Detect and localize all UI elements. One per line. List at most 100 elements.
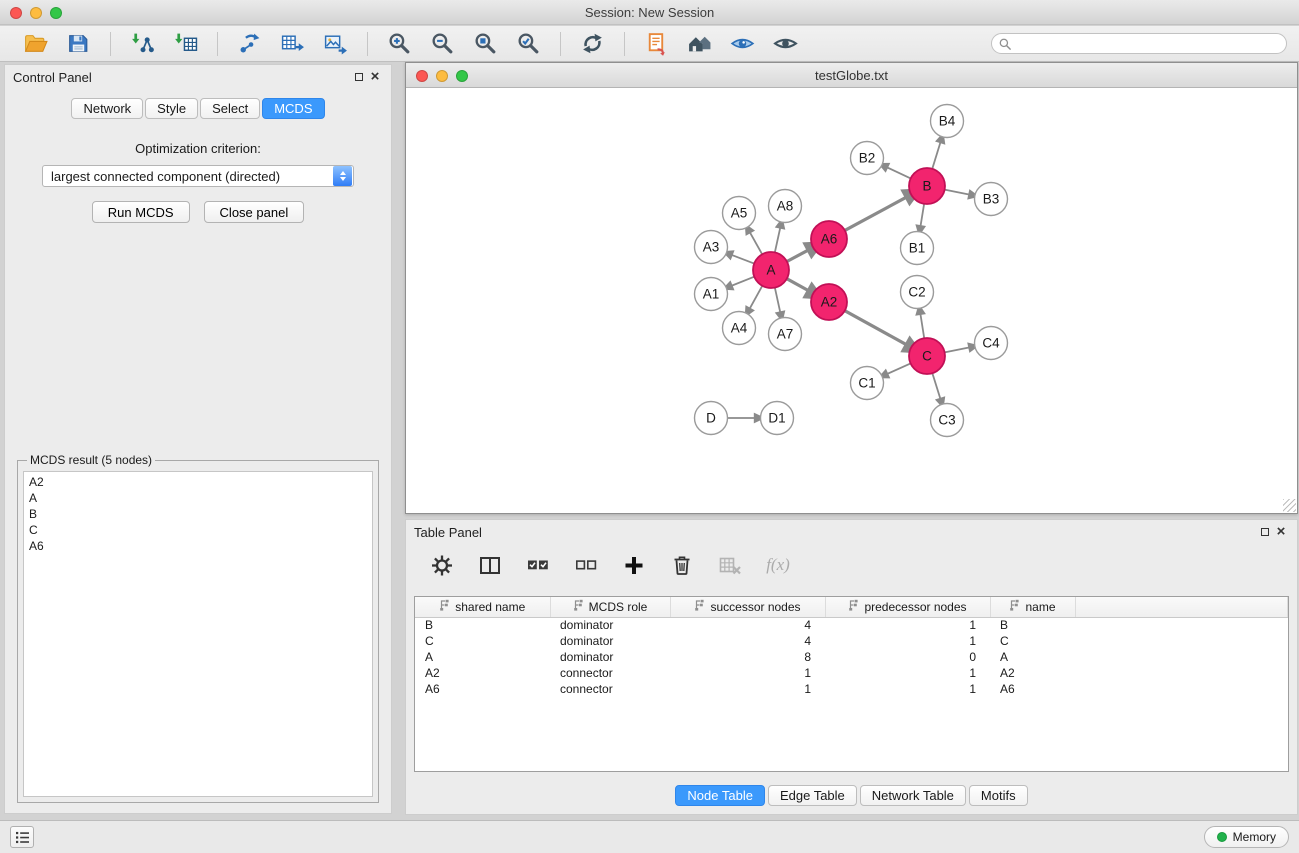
home-icon[interactable] [686, 30, 713, 57]
mcds-result-item[interactable]: A2 [29, 474, 367, 490]
deselect-all-icon[interactable] [574, 553, 598, 577]
node-A3[interactable]: A3 [695, 231, 728, 264]
node-B2[interactable]: B2 [851, 142, 884, 175]
node-B3[interactable]: B3 [975, 183, 1008, 216]
open-session-icon[interactable] [22, 30, 49, 57]
split-panel-icon[interactable] [478, 553, 502, 577]
node-C3[interactable]: C3 [931, 404, 964, 437]
tab-motifs[interactable]: Motifs [969, 785, 1028, 806]
edge-A-A6[interactable] [787, 250, 808, 261]
zoom-window-button[interactable] [50, 7, 62, 19]
network-canvas[interactable]: B4B2BB3A5A8A6A3AB1A1A2C2A4A7CC4C1C3DD1 [406, 89, 1297, 513]
select-all-icon[interactable] [526, 553, 550, 577]
cell[interactable]: B [415, 617, 550, 633]
edge-A-A4[interactable] [750, 286, 762, 309]
export-table-icon[interactable] [279, 30, 306, 57]
settings-icon[interactable] [430, 553, 454, 577]
cell[interactable]: C [990, 633, 1075, 649]
zoom-in-icon[interactable] [386, 30, 413, 57]
cell[interactable]: A [415, 649, 550, 665]
network-zoom-button[interactable] [456, 70, 468, 82]
cell[interactable]: 1 [670, 665, 825, 681]
table-row[interactable]: A6connector11A6 [415, 681, 1288, 697]
edge-A-A1[interactable] [732, 277, 754, 286]
node-C2[interactable]: C2 [901, 276, 934, 309]
mcds-result-item[interactable]: B [29, 506, 367, 522]
table-row[interactable]: Bdominator41B [415, 617, 1288, 633]
cell[interactable]: 1 [825, 633, 990, 649]
node-D1[interactable]: D1 [761, 402, 794, 435]
zoom-fit-icon[interactable] [472, 30, 499, 57]
float-table-panel-icon[interactable] [1257, 524, 1273, 540]
cell[interactable]: A2 [415, 665, 550, 681]
import-network-from-file-icon[interactable] [129, 30, 156, 57]
node-A7[interactable]: A7 [769, 318, 802, 351]
cell[interactable]: dominator [550, 649, 670, 665]
cell[interactable]: 4 [670, 633, 825, 649]
cell[interactable]: 1 [825, 665, 990, 681]
show-graphics-details-icon[interactable] [729, 30, 756, 57]
cell[interactable]: 1 [825, 681, 990, 697]
cell[interactable]: A2 [990, 665, 1075, 681]
zoom-selected-icon[interactable] [515, 30, 542, 57]
criterion-dropdown[interactable]: largest connected component (directed) [42, 165, 354, 187]
network-close-button[interactable] [416, 70, 428, 82]
cell[interactable]: 1 [670, 681, 825, 697]
column-header-shared-name[interactable]: shared name [415, 597, 550, 617]
cell[interactable]: A6 [415, 681, 550, 697]
tab-network[interactable]: Network [71, 98, 143, 119]
edge-A-A5[interactable] [750, 233, 762, 255]
tab-select[interactable]: Select [200, 98, 260, 119]
delete-row-icon[interactable] [670, 553, 694, 577]
cell[interactable]: connector [550, 681, 670, 697]
tab-network-table[interactable]: Network Table [860, 785, 966, 806]
node-A4[interactable]: A4 [723, 312, 756, 345]
edge-A2-C[interactable] [845, 311, 906, 345]
table-row[interactable]: A2connector11A2 [415, 665, 1288, 681]
node-A5[interactable]: A5 [723, 197, 756, 230]
node-A6[interactable]: A6 [811, 221, 847, 257]
edge-B-B1[interactable] [921, 204, 925, 226]
cell[interactable]: A6 [990, 681, 1075, 697]
node-B1[interactable]: B1 [901, 232, 934, 265]
edge-B-B3[interactable] [945, 190, 969, 195]
cell[interactable]: 8 [670, 649, 825, 665]
column-header-successor-nodes[interactable]: successor nodes [670, 597, 825, 617]
column-header-predecessor-nodes[interactable]: predecessor nodes [825, 597, 990, 617]
session-document-icon[interactable] [643, 30, 670, 57]
cell[interactable]: connector [550, 665, 670, 681]
window-resize-grip[interactable] [1283, 499, 1296, 512]
edge-A-A3[interactable] [732, 255, 754, 264]
mcds-result-item[interactable]: A [29, 490, 367, 506]
show-hide-icon[interactable] [772, 30, 799, 57]
tab-style[interactable]: Style [145, 98, 198, 119]
save-session-icon[interactable] [65, 30, 92, 57]
edge-A6-B[interactable] [845, 197, 906, 230]
cell[interactable]: 1 [825, 617, 990, 633]
edge-C-C2[interactable] [920, 314, 924, 338]
close-table-panel-icon[interactable]: × [1273, 524, 1289, 540]
cell[interactable]: dominator [550, 617, 670, 633]
tab-mcds[interactable]: MCDS [262, 98, 324, 119]
export-image-icon[interactable] [322, 30, 349, 57]
node-D[interactable]: D [695, 402, 728, 435]
table-row[interactable]: Cdominator41C [415, 633, 1288, 649]
close-window-button[interactable] [10, 7, 22, 19]
mcds-result-item[interactable]: A6 [29, 538, 367, 554]
export-network-icon[interactable] [236, 30, 263, 57]
search-box[interactable] [991, 33, 1287, 54]
tab-node-table[interactable]: Node Table [675, 785, 765, 806]
cell[interactable]: B [990, 617, 1075, 633]
edge-A-A7[interactable] [775, 288, 780, 312]
float-panel-icon[interactable] [351, 69, 367, 85]
cell[interactable]: 4 [670, 617, 825, 633]
close-panel-icon[interactable]: × [367, 69, 383, 85]
node-A[interactable]: A [753, 252, 789, 288]
mcds-result-item[interactable]: C [29, 522, 367, 538]
network-minimize-button[interactable] [436, 70, 448, 82]
cell[interactable]: C [415, 633, 550, 649]
table-row[interactable]: Adominator80A [415, 649, 1288, 665]
edge-C-C4[interactable] [945, 347, 969, 352]
cell[interactable]: dominator [550, 633, 670, 649]
cell[interactable]: A [990, 649, 1075, 665]
